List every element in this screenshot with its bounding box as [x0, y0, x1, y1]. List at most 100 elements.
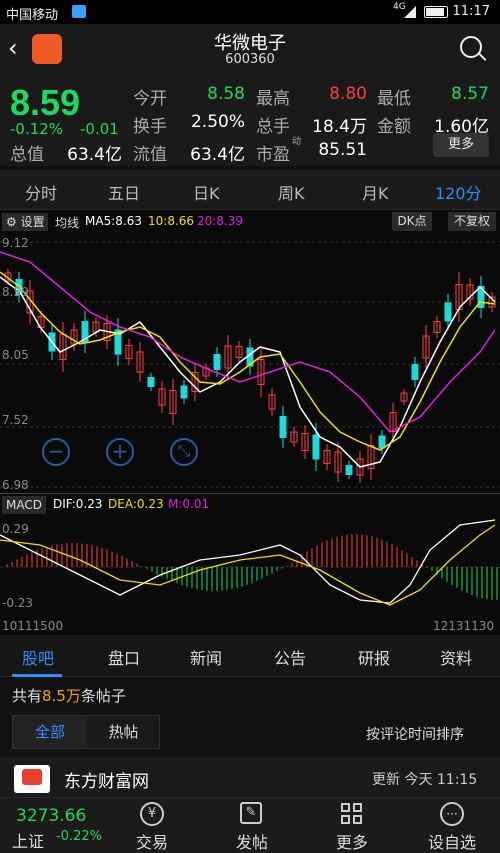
- stock-code: 600360: [225, 52, 275, 67]
- dea-value: DEA:0.23: [108, 497, 164, 511]
- volume-value: 18.4万: [312, 117, 367, 137]
- float-value-label: 流值: [133, 145, 167, 165]
- grid-icon-cell: [353, 803, 362, 812]
- dif-line: [0, 519, 496, 604]
- post-count: 共有8.5万条帖子: [12, 685, 126, 706]
- tab-daily[interactable]: 日K: [193, 180, 220, 204]
- index-widget[interactable]: 3273.66 上证 -0.22%: [0, 798, 105, 853]
- carrier-name: 中国移动: [6, 8, 59, 23]
- ma5-value: MA5:8.63: [85, 214, 142, 228]
- filter-all[interactable]: 全部: [13, 716, 87, 748]
- tab-announcements[interactable]: 公告: [274, 645, 306, 669]
- tab-orderbook[interactable]: 盘口: [108, 645, 140, 669]
- ma20-value: 20:8.39: [197, 214, 244, 228]
- open-value: 8.58: [207, 84, 245, 104]
- volume-label: 总手: [256, 117, 290, 137]
- ytick-1: 9.12: [2, 236, 29, 250]
- x-end-label: 12131130: [433, 619, 495, 633]
- candle-body: [279, 416, 287, 438]
- clock: 11:17: [452, 4, 490, 19]
- post-count-value: 8.5万: [42, 687, 81, 705]
- filter-hot[interactable]: 热帖: [87, 716, 160, 748]
- change-percent: -0.12%: [10, 120, 64, 138]
- tab-news[interactable]: 新闻: [190, 645, 222, 669]
- low-label: 最低: [377, 89, 411, 109]
- tab-intraday[interactable]: 分时: [25, 180, 57, 204]
- signal-icon: [404, 6, 416, 18]
- index-value: 3273.66: [16, 806, 87, 826]
- turnover-value: 2.50%: [190, 112, 245, 132]
- news-item[interactable]: 东方财富网 更新 今天 11:15: [0, 757, 500, 797]
- tab-monthly[interactable]: 月K: [362, 180, 389, 204]
- news-source: 东方财富网: [64, 772, 149, 792]
- trade-button[interactable]: ¥ 交易: [112, 798, 192, 853]
- turnover-label: 换手: [133, 117, 167, 137]
- total-value: 63.4亿: [67, 145, 122, 165]
- m-value: M:0.01: [168, 497, 210, 511]
- zoom-in-icon[interactable]: +: [106, 438, 134, 466]
- adjust-button[interactable]: 不复权: [448, 212, 496, 231]
- macd-button[interactable]: MACD: [2, 496, 46, 514]
- status-bar: 中国移动 4G 11:17: [0, 0, 500, 24]
- candle-body: [345, 465, 353, 475]
- sort-option[interactable]: 按评论时间排序: [366, 724, 464, 744]
- amount-label: 金额: [377, 117, 411, 137]
- eastmoney-logo-icon: [14, 765, 50, 793]
- index-change: -0.22%: [56, 829, 102, 844]
- dk-button[interactable]: DK点: [392, 212, 432, 231]
- add-watchlist-button[interactable]: ··· 设自选: [412, 798, 492, 853]
- open-label: 今开: [133, 89, 167, 109]
- fullscreen-icon[interactable]: ⤡: [170, 438, 198, 466]
- pe-value: 85.51: [318, 140, 367, 160]
- settings-button[interactable]: ⚙ 设置: [2, 213, 48, 231]
- content-tabs: 股吧 盘口 新闻 公告 研报 资料: [0, 635, 500, 677]
- ytick-4: 7.52: [2, 413, 29, 427]
- change-value: -0.01: [80, 120, 119, 138]
- candle-body: [147, 377, 155, 387]
- x-start-label: 10111500: [2, 619, 64, 633]
- post-button[interactable]: ✎ 发帖: [212, 798, 292, 853]
- high-value: 8.80: [329, 84, 367, 104]
- watchlist-label: 设自选: [427, 833, 476, 852]
- more-button[interactable]: 更多: [433, 133, 489, 157]
- low-value: 8.57: [451, 84, 489, 104]
- bottom-bar: 3273.66 上证 -0.22% ¥ 交易 ✎ 发帖 更多 ··· 设自选: [0, 797, 500, 853]
- post-count-suffix: 条帖子: [80, 687, 126, 705]
- tab-forum[interactable]: 股吧: [22, 645, 54, 669]
- trade-label: 交易: [135, 833, 168, 852]
- more-dots-icon: ···: [440, 802, 464, 826]
- ytick-3: 8.05: [2, 348, 29, 362]
- total-value-label: 总值: [10, 145, 44, 165]
- battery-icon: [424, 6, 448, 18]
- pe-label: 市盈: [256, 145, 290, 165]
- post-count-prefix: 共有: [12, 687, 43, 705]
- tab-five-day[interactable]: 五日: [108, 180, 140, 204]
- float-value: 63.4亿: [190, 145, 245, 165]
- more-label: 更多: [335, 833, 368, 852]
- more-menu-button[interactable]: 更多: [312, 798, 392, 853]
- dif-value: DIF:0.23: [53, 497, 103, 511]
- tab-profile[interactable]: 资料: [440, 645, 472, 669]
- candle-body: [213, 354, 221, 370]
- filter-group: 全部 热帖: [12, 715, 160, 749]
- tab-research[interactable]: 研报: [358, 645, 390, 669]
- candle-body: [378, 435, 386, 449]
- candle-body: [444, 302, 452, 322]
- current-price: 8.59: [10, 82, 81, 123]
- ytick-2: 8.59: [2, 285, 29, 299]
- kline-chart-area[interactable]: ⚙ 设置 均线 MA5:8.63 10:8.66 20:8.39 DK点 不复权…: [0, 210, 500, 635]
- news-update-time: 更新 今天 11:15: [372, 772, 478, 788]
- zoom-out-icon[interactable]: −: [42, 438, 70, 466]
- settings-label: 设置: [20, 215, 45, 229]
- top-bar: ‹ 华微电子 600360: [0, 24, 500, 74]
- pe-sup: 动: [292, 137, 302, 147]
- telegram-icon: [72, 5, 86, 18]
- ma10-value: 10:8.66: [148, 214, 195, 228]
- ma-label: 均线: [55, 216, 80, 230]
- tab-120min[interactable]: 120分: [435, 180, 482, 204]
- grid-icon-cell: [353, 815, 362, 824]
- ytick-5: 6.98: [2, 478, 29, 492]
- tab-weekly[interactable]: 周K: [278, 180, 305, 204]
- high-label: 最高: [256, 89, 290, 109]
- ma5-line: [0, 276, 496, 468]
